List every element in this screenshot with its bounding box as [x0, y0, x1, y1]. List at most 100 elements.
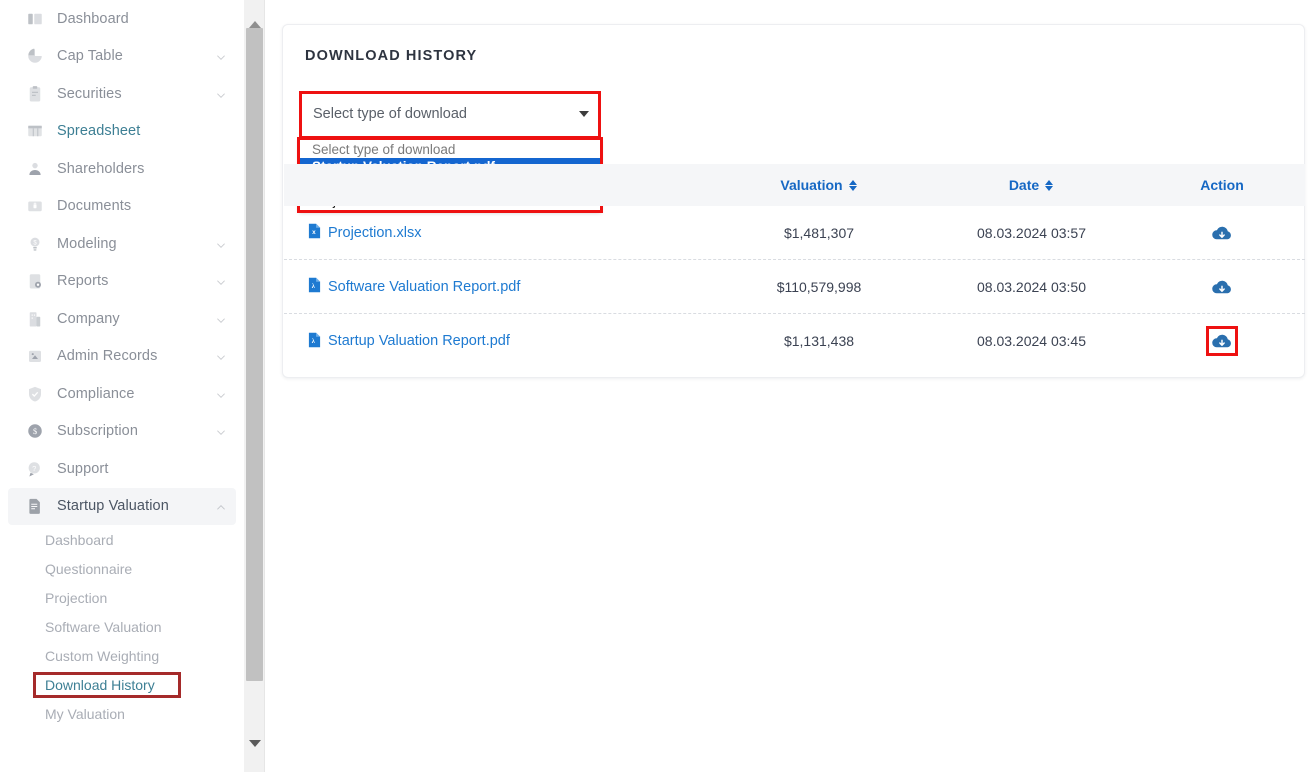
valuation-cell: $1,131,438 — [783, 333, 855, 349]
sidebar-item-label: Subscription — [57, 423, 138, 440]
download-history-table: Valuation Date Action x Projection.xlsx $1,4… — [284, 164, 1305, 368]
table-grid-icon — [26, 122, 44, 140]
sidebar-item-securities[interactable]: Securities — [8, 75, 236, 113]
dashboard-icon — [26, 10, 44, 28]
chevron-down-icon[interactable] — [215, 51, 226, 62]
file-cell: λ Startup Valuation Report.pdf — [284, 332, 714, 351]
action-cell — [1139, 221, 1305, 245]
sidebar-item-startup-valuation[interactable]: Startup Valuation — [8, 487, 236, 525]
sidebar-subitem-label: Questionnaire — [45, 560, 133, 577]
file-name-link[interactable]: Startup Valuation Report.pdf — [328, 333, 510, 349]
archive-icon — [26, 347, 44, 365]
sidebar-item-label: Dashboard — [57, 10, 129, 27]
column-header-action: Action — [1139, 177, 1305, 193]
sidebar-scrollbar-thumb[interactable] — [246, 28, 263, 681]
sidebar-item-label: Support — [57, 460, 109, 477]
option-item[interactable]: Select type of download — [300, 141, 600, 158]
table-row: x Projection.xlsx $1,481,307 08.03.2024 03:… — [284, 206, 1305, 260]
lock-folder-icon — [26, 197, 44, 215]
column-header-label: Action — [1200, 177, 1244, 193]
table-header-row: Valuation Date Action — [284, 164, 1305, 206]
sidebar-item-cap-table[interactable]: Cap Table — [8, 38, 236, 76]
file-name-link[interactable]: Software Valuation Report.pdf — [328, 279, 520, 295]
file-name-link[interactable]: Projection.xlsx — [328, 225, 421, 241]
action-cell — [1139, 326, 1305, 356]
sidebar-subitem-download-history[interactable]: Download History — [0, 670, 244, 699]
download-history-card: DOWNLOAD HISTORY Select type of download… — [282, 24, 1305, 378]
date-cell: 08.03.2024 03:50 — [977, 278, 1086, 295]
chevron-down-icon[interactable] — [215, 388, 226, 399]
cloud-download-icon[interactable] — [1210, 329, 1234, 353]
column-header-valuation[interactable]: Valuation — [714, 177, 924, 193]
sidebar-subitem-software-valuation[interactable]: Software Valuation — [0, 612, 244, 641]
sidebar-item-compliance[interactable]: Compliance — [8, 375, 236, 413]
sort-toggle-icon[interactable] — [848, 179, 858, 192]
sidebar-item-label: Documents — [57, 198, 132, 215]
sidebar-item-dashboard[interactable]: Dashboard — [8, 0, 236, 38]
sidebar-subitem-projection[interactable]: Projection — [0, 583, 244, 612]
pie-chart-icon — [26, 47, 44, 65]
user-icon — [26, 160, 44, 178]
cloud-download-icon[interactable] — [1210, 221, 1234, 245]
sidebar-item-admin-records[interactable]: Admin Records — [8, 338, 236, 376]
sidebar-item-label: Spreadsheet — [57, 123, 141, 140]
excel-file-icon: x — [308, 223, 328, 242]
sidebar-subitem-custom-weighting[interactable]: Custom Weighting — [0, 641, 244, 670]
chevron-up-icon[interactable] — [215, 501, 226, 512]
chevron-down-icon[interactable] — [215, 313, 226, 324]
action-cell — [1139, 275, 1305, 299]
svg-text:x: x — [312, 229, 316, 236]
lightbulb-icon: $ — [26, 235, 44, 253]
sidebar-group-startup-valuation: Startup Valuation Dashboard Questionnaire P… — [0, 487, 244, 729]
chevron-down-icon[interactable] — [215, 88, 226, 99]
cloud-download-icon[interactable] — [1210, 275, 1234, 299]
download-type-select-wrapper: Select type of download Select type of d… — [297, 91, 603, 213]
sidebar-item-label: Admin Records — [57, 348, 158, 365]
sidebar-scrollbar[interactable] — [244, 0, 265, 772]
sidebar-item-shareholders[interactable]: Shareholders — [8, 150, 236, 188]
clipboard-icon — [26, 85, 44, 103]
chevron-down-icon — [579, 110, 589, 117]
sidebar-item-support[interactable]: ? Support — [8, 450, 236, 488]
main-content: DOWNLOAD HISTORY Select type of download… — [266, 0, 1312, 772]
sidebar-subitem-my-valuation[interactable]: My Valuation — [0, 699, 244, 728]
sidebar-item-spreadsheet[interactable]: Spreadsheet — [8, 113, 236, 151]
svg-text:$: $ — [33, 427, 37, 436]
pdf-file-icon: λ — [308, 332, 328, 351]
valuation-cell: $1,481,307 — [783, 224, 855, 241]
sidebar-item-subscription[interactable]: $ Subscription — [8, 413, 236, 451]
chevron-down-icon[interactable] — [215, 426, 226, 437]
report-gear-icon — [26, 272, 44, 290]
dollar-circle-icon: $ — [26, 422, 44, 440]
scroll-up-arrow-icon[interactable] — [244, 14, 265, 35]
date-cell: 08.03.2024 03:45 — [977, 333, 1086, 349]
page-title: DOWNLOAD HISTORY — [305, 48, 478, 64]
scroll-down-arrow-icon[interactable] — [244, 733, 265, 754]
sidebar-subitem-dashboard[interactable]: Dashboard — [0, 525, 244, 554]
download-type-select[interactable]: Select type of download — [299, 91, 601, 137]
document-icon — [26, 497, 44, 515]
sidebar-item-label: Modeling — [57, 235, 117, 252]
table-row: λ Software Valuation Report.pdf $110,579,9… — [284, 260, 1305, 314]
sidebar-item-reports[interactable]: Reports — [8, 263, 236, 301]
sidebar-item-documents[interactable]: Documents — [8, 188, 236, 226]
sidebar-subitem-label: Software Valuation — [45, 618, 162, 635]
sidebar-subitem-questionnaire[interactable]: Questionnaire — [0, 554, 244, 583]
column-header-date[interactable]: Date — [924, 177, 1139, 193]
chevron-down-icon[interactable] — [215, 238, 226, 249]
sidebar-subitem-label: Custom Weighting — [45, 647, 160, 664]
sidebar: Dashboard Cap Table Securities Spreadsheet S… — [0, 0, 244, 772]
chevron-down-icon[interactable] — [215, 351, 226, 362]
sidebar-subitem-label: Download History — [45, 676, 155, 693]
sidebar-nav-list: Dashboard Cap Table Securities Spreadsheet S… — [0, 0, 244, 488]
sidebar-item-modeling[interactable]: $ Modeling — [8, 225, 236, 263]
file-cell: λ Software Valuation Report.pdf — [284, 277, 714, 296]
download-type-select-value: Select type of download — [313, 105, 467, 122]
sidebar-item-company[interactable]: Company — [8, 300, 236, 338]
sidebar-subitem-label: My Valuation — [45, 705, 125, 722]
sidebar-group-label: Startup Valuation — [57, 498, 169, 515]
column-header-label: Valuation — [780, 177, 843, 193]
sidebar-item-label: Shareholders — [57, 160, 145, 177]
chevron-down-icon[interactable] — [215, 276, 226, 287]
sort-toggle-icon[interactable] — [1045, 179, 1054, 192]
